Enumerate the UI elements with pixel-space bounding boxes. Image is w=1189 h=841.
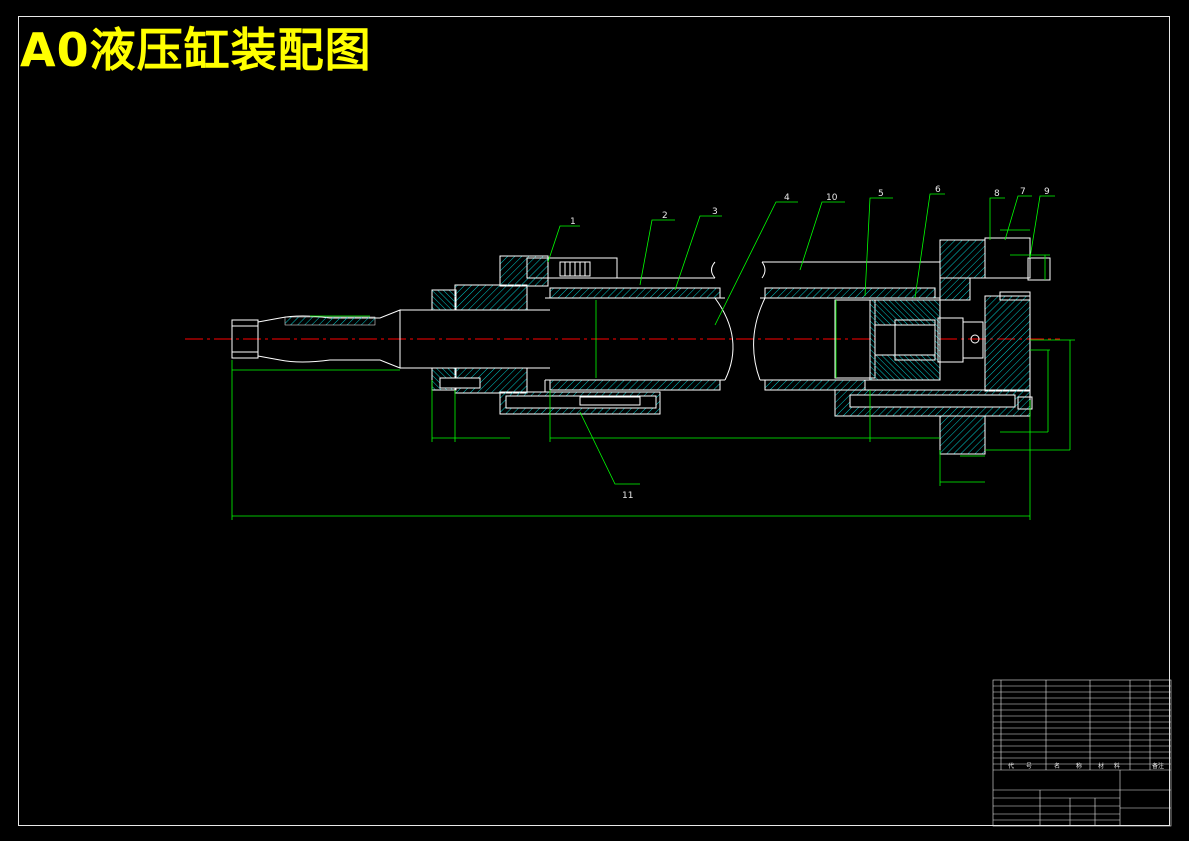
balloon-label: 7	[1020, 187, 1026, 197]
assembly-drawing: 1 2 3 4 10 5 6 8 7 9 11 代 号 名 称 材 料 备注	[185, 185, 1172, 827]
piston-and-end-cap	[834, 237, 1051, 455]
tb-header-cell: 号	[1026, 763, 1032, 770]
tb-header-cell: 备注	[1152, 762, 1164, 770]
tb-header-cell: 代	[1008, 762, 1014, 770]
balloon-label: 5	[878, 189, 884, 199]
balloon-label: 2	[662, 211, 668, 221]
tb-header-cell: 名	[1054, 762, 1060, 770]
balloon-label: 1	[570, 217, 576, 227]
tb-header-cell: 材	[1098, 762, 1104, 770]
balloon-label: 3	[712, 207, 718, 217]
tb-header-cell: 料	[1114, 762, 1120, 770]
balloon-label: 4	[784, 193, 790, 203]
rod-hatch-band	[284, 316, 376, 326]
title-block	[992, 679, 1172, 827]
balloon-label: 10	[826, 193, 838, 203]
balloon-label: 8	[994, 189, 1000, 199]
balloon-label: 6	[935, 185, 941, 195]
balloon-label: 11	[622, 491, 633, 501]
balloon-label: 9	[1044, 187, 1050, 197]
title-block-header: 代 号 名 称 材 料 备注	[1008, 762, 1164, 770]
tb-header-cell: 称	[1076, 762, 1082, 770]
